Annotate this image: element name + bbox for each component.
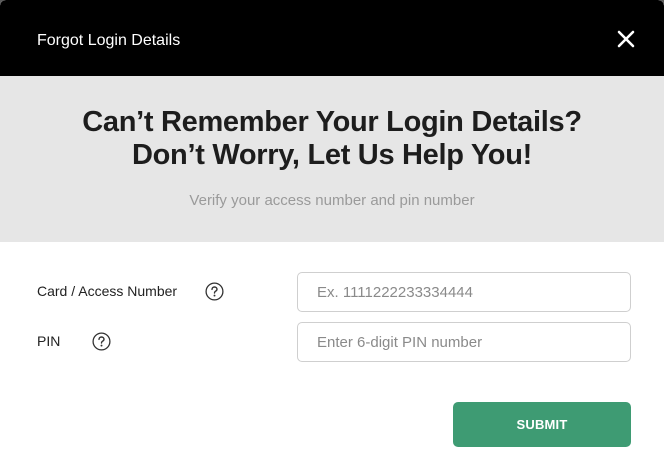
pin-label: PIN [37, 333, 61, 349]
modal-header: Forgot Login Details [0, 0, 664, 76]
pin-help-button[interactable] [92, 332, 111, 351]
hero-title-line1: Can’t Remember Your Login Details? [82, 106, 582, 138]
pin-input[interactable] [297, 322, 631, 362]
modal-title: Forgot Login Details [37, 32, 181, 49]
hero-title-line2: Don’t Worry, Let Us Help You! [131, 139, 532, 171]
hero-section: Can’t Remember Your Login Details? Don’t… [0, 76, 664, 242]
close-button[interactable] [616, 29, 636, 49]
hero-title: Can’t Remember Your Login Details? Don’t… [0, 106, 664, 172]
pin-row: PIN [0, 322, 664, 362]
card-number-input[interactable] [297, 272, 631, 312]
forgot-login-modal: Forgot Login Details Can’t Remember Your… [0, 0, 664, 476]
card-help-button[interactable] [205, 282, 224, 301]
card-number-row: Card / Access Number [0, 272, 664, 312]
hero-subtitle: Verify your access number and pin number [189, 192, 475, 209]
card-number-label: Card / Access Number [37, 283, 178, 299]
close-icon [617, 30, 635, 48]
question-circle-icon [205, 282, 224, 301]
question-circle-icon [92, 332, 111, 351]
submit-button[interactable]: SUBMIT [453, 402, 631, 447]
